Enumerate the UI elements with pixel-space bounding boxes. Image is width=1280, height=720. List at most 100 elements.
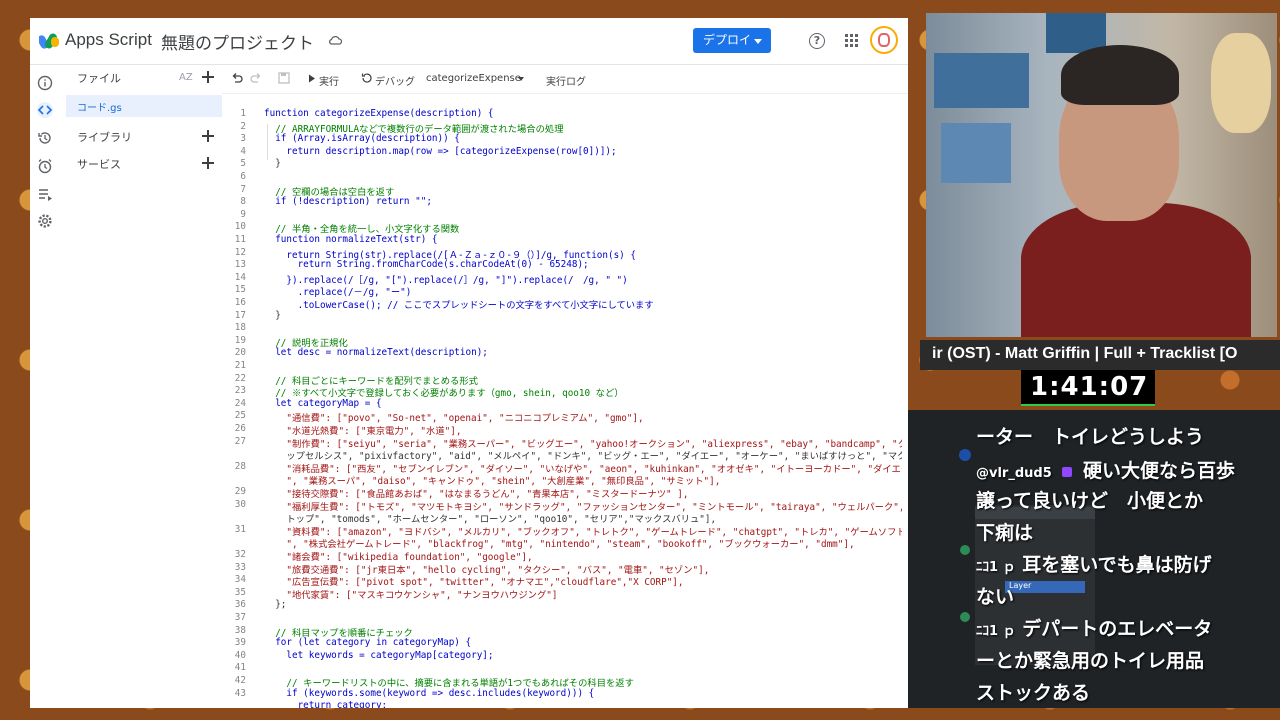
code-line[interactable]: function categorizeExpense(description) … bbox=[264, 108, 494, 119]
stream-timer: 1:41:07 bbox=[1021, 370, 1155, 406]
code-line[interactable]: "地代家賃": ["マスキコウケンシャ", "ナンヨウハウジング"] bbox=[264, 587, 557, 601]
wall-poster bbox=[934, 53, 1029, 108]
line-number: 6 bbox=[240, 171, 246, 182]
line-number: 39 bbox=[234, 637, 246, 649]
undo-icon[interactable] bbox=[231, 72, 243, 84]
chat-text: デパートのエレベータ bbox=[1022, 618, 1213, 640]
save-disk-icon[interactable] bbox=[278, 72, 290, 84]
line-number: 23 bbox=[234, 385, 246, 397]
code-line[interactable]: for (let category in categoryMap) { bbox=[264, 637, 471, 648]
execution-log-button[interactable]: 実行ログ bbox=[546, 73, 586, 88]
code-line[interactable]: return description.map(row => [categoriz… bbox=[264, 146, 616, 157]
music-title: ir (OST) - Matt Griffin | Full + Trackli… bbox=[932, 345, 1238, 362]
line-number: 17 bbox=[234, 309, 246, 321]
wall-poster bbox=[941, 123, 1011, 183]
line-number: 37 bbox=[234, 612, 246, 623]
project-title[interactable]: 無題のプロジェクト bbox=[161, 29, 314, 54]
add-library-plus-icon[interactable] bbox=[202, 130, 214, 142]
code-editor[interactable]: 1 function categorizeExpense(description)… bbox=[222, 108, 902, 708]
line-number: 32 bbox=[234, 549, 246, 560]
chat-line: ﾆｺ1 ｐ デパートのエレベータ bbox=[976, 614, 1212, 641]
person-hair bbox=[1061, 45, 1179, 105]
line-number: 29 bbox=[234, 486, 246, 497]
line-number: 3 bbox=[240, 133, 246, 145]
libraries-header[interactable]: ライブラリ bbox=[77, 129, 132, 145]
code-line[interactable]: let desc = normalizeText(description); bbox=[264, 347, 488, 358]
code-line[interactable]: let categoryMap = { bbox=[264, 398, 381, 409]
webcam-feed bbox=[926, 13, 1277, 337]
function-select[interactable]: categorizeExpense bbox=[426, 73, 521, 84]
top-bar: Apps Script 無題のプロジェクト デプロイ ? bbox=[30, 18, 908, 65]
function-chevron-down-icon[interactable] bbox=[518, 77, 524, 81]
triggers-alarm-icon[interactable] bbox=[37, 158, 53, 174]
apps-script-logo-icon[interactable] bbox=[39, 31, 61, 51]
add-file-plus-icon[interactable] bbox=[202, 71, 214, 83]
google-apps-icon[interactable] bbox=[845, 34, 859, 48]
line-number: 4 bbox=[240, 145, 246, 157]
chat-text: 硬い大便なら百歩 bbox=[1083, 460, 1236, 482]
line-number: 22 bbox=[234, 372, 246, 384]
sort-az-icon[interactable]: AZ bbox=[179, 72, 193, 83]
settings-gear-icon[interactable] bbox=[37, 213, 53, 229]
apps-script-window: Apps Script 無題のプロジェクト デプロイ ? ファイル AZ コード… bbox=[30, 18, 908, 708]
line-number: 5 bbox=[240, 158, 246, 170]
line-number: 34 bbox=[234, 574, 246, 586]
debug-icon bbox=[361, 73, 372, 83]
debug-button[interactable]: デバッグ bbox=[375, 73, 415, 88]
overview-info-icon[interactable] bbox=[37, 75, 53, 91]
chat-line: 譲って良いけど 小便とか bbox=[976, 490, 1204, 512]
redo-icon[interactable] bbox=[250, 72, 262, 84]
history-icon[interactable] bbox=[37, 130, 53, 146]
code-line[interactable]: return category; bbox=[264, 700, 388, 708]
app-name[interactable]: Apps Script bbox=[65, 30, 152, 50]
line-number: 11 bbox=[234, 234, 246, 245]
executions-list-icon[interactable] bbox=[37, 186, 53, 202]
line-number: 35 bbox=[234, 586, 246, 598]
add-service-plus-icon[interactable] bbox=[202, 157, 214, 169]
line-number: 20 bbox=[234, 347, 246, 359]
timer-text: 1:41:07 bbox=[1030, 372, 1149, 402]
code-line[interactable]: function normalizeText(str) { bbox=[264, 234, 437, 245]
code-line[interactable]: if (!description) return ""; bbox=[264, 196, 432, 207]
line-number: 28 bbox=[234, 460, 246, 472]
file-name: コード.gs bbox=[77, 103, 122, 114]
line-number: 8 bbox=[240, 196, 246, 208]
chat-line: ストックある bbox=[976, 682, 1091, 704]
code-line[interactable]: let keywords = categoryMap[category]; bbox=[264, 650, 493, 661]
code-line[interactable]: .toLowerCase(); // ここでスプレッドシートの文字をすべて小文字… bbox=[264, 297, 654, 311]
chat-line: ーター トイレどうしよう bbox=[976, 426, 1205, 448]
help-icon[interactable]: ? bbox=[809, 33, 825, 49]
chat-username: ﾆｺ1 ｐ bbox=[976, 624, 1016, 639]
avatar[interactable] bbox=[870, 26, 898, 54]
code-line[interactable]: } bbox=[264, 158, 281, 169]
editor-code-icon[interactable] bbox=[37, 102, 53, 118]
line-number: 42 bbox=[234, 675, 246, 686]
run-button[interactable]: 実行 bbox=[319, 73, 339, 88]
code-line[interactable]: if (keywords.some(keyword => desc.includ… bbox=[264, 688, 594, 699]
person-body bbox=[1021, 203, 1251, 337]
user-avatar-dot bbox=[959, 449, 971, 461]
services-header[interactable]: サービス bbox=[77, 156, 121, 172]
chat-line: 下痢は bbox=[976, 522, 1034, 544]
code-line[interactable]: if (Array.isArray(description)) { bbox=[264, 133, 460, 144]
chat-line: ﾆｺ1 ｐ 耳を塞いでも鼻は防げ bbox=[976, 550, 1212, 577]
line-number: 14 bbox=[234, 271, 246, 283]
line-number: 27 bbox=[234, 435, 246, 447]
line-number: 15 bbox=[234, 284, 246, 296]
code-line[interactable]: return String.fromCharCode(s.charCodeAt(… bbox=[264, 259, 589, 270]
line-number: 41 bbox=[234, 662, 246, 674]
line-number: 24 bbox=[234, 397, 246, 409]
deploy-button[interactable]: デプロイ bbox=[693, 28, 771, 53]
line-number: 38 bbox=[234, 624, 246, 636]
files-panel: ファイル AZ コード.gs ライブラリ サービス bbox=[66, 65, 222, 708]
user-avatar-dot bbox=[960, 545, 970, 555]
files-header: ファイル bbox=[77, 72, 121, 85]
file-item-code-gs[interactable]: コード.gs bbox=[66, 95, 222, 117]
chevron-down-icon bbox=[754, 39, 762, 44]
line-number: 18 bbox=[234, 322, 246, 334]
line-number: 43 bbox=[234, 687, 246, 699]
line-number: 2 bbox=[240, 120, 246, 132]
code-line[interactable]: } bbox=[264, 310, 281, 321]
line-number: 36 bbox=[234, 599, 246, 611]
code-line[interactable]: }; bbox=[264, 599, 286, 610]
